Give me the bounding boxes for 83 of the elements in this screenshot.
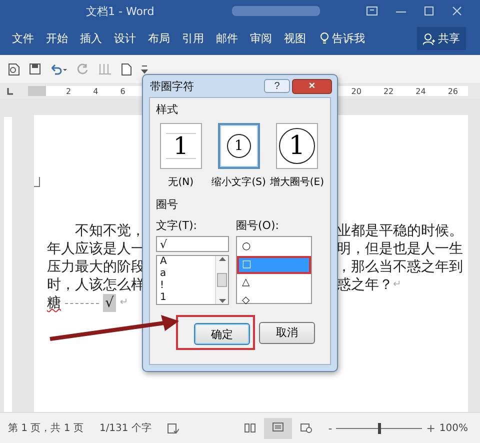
ruler-number: 4 xyxy=(93,86,98,96)
body-text: 业都是平稳的时候。 xyxy=(337,222,463,240)
ruler-number: 6 xyxy=(120,86,126,96)
ribbon-tab[interactable]: 布局 xyxy=(142,28,176,49)
save-icon[interactable] xyxy=(29,63,41,75)
section-label: 样式 xyxy=(156,102,179,117)
web-layout-icon[interactable] xyxy=(300,423,312,433)
option-label: 无(N) xyxy=(168,176,194,189)
paragraph-mark: ↵ xyxy=(393,278,402,292)
close-icon[interactable] xyxy=(452,6,462,16)
word-count: 1/131 个字 xyxy=(99,422,152,435)
list-item[interactable]: △ xyxy=(239,276,309,290)
ruler-number: 20 xyxy=(351,86,362,96)
option-label: 增大圈号(E) xyxy=(270,176,324,189)
style-option[interactable]: 1 增大圈号(E) xyxy=(270,123,324,189)
scrollbar-thumb[interactable] xyxy=(217,273,227,287)
new-document-icon[interactable] xyxy=(121,62,132,76)
window-title: 文档1 - Word xyxy=(86,4,154,18)
ruler-number: 22 xyxy=(383,86,394,96)
proofing-icon[interactable] xyxy=(167,422,180,434)
close-button[interactable]: × xyxy=(292,78,332,94)
zoom-in-button[interactable]: + xyxy=(426,422,436,434)
maximize-icon[interactable] xyxy=(424,6,434,16)
dotted-leader xyxy=(65,302,99,304)
customize-menu-icon[interactable] xyxy=(141,64,148,74)
enclosure-list[interactable]: ○ □ △ ◇ xyxy=(236,236,312,304)
paragraph-mark: ↵ xyxy=(120,296,128,310)
style-option[interactable]: 1 无(N) xyxy=(154,123,208,189)
help-button[interactable]: ? xyxy=(264,79,290,93)
ruler-margin xyxy=(28,86,46,96)
print-layout-button[interactable] xyxy=(264,418,292,438)
enclosed-character-field: √ xyxy=(103,294,116,312)
page-count: 第 1 页，共 1 页 xyxy=(8,422,84,435)
text-input-field[interactable]: √ xyxy=(156,236,229,252)
zoom-slider-thumb[interactable] xyxy=(378,422,382,434)
option-label: 缩小文字(S) xyxy=(212,176,266,189)
undo-icon[interactable] xyxy=(50,63,68,75)
list-item[interactable]: 1 xyxy=(160,292,215,304)
ribbon-tab[interactable]: 插入 xyxy=(74,28,108,49)
list-item[interactable]: A xyxy=(160,256,215,268)
zoom-out-button[interactable]: - xyxy=(328,422,332,434)
ribbon-tab[interactable]: 引用 xyxy=(176,28,210,49)
scroll-down-icon[interactable] xyxy=(218,299,226,304)
body-text: 不知不觉， xyxy=(75,223,145,239)
preview-character: 1 xyxy=(166,133,196,159)
tell-me-button[interactable]: 告诉我 xyxy=(316,28,369,49)
body-text: ，那么当不惑之年到 xyxy=(337,258,463,276)
ok-button[interactable]: 确定 xyxy=(194,323,250,345)
cancel-button[interactable]: 取消 xyxy=(259,322,315,344)
ribbon-display-icon[interactable] xyxy=(366,6,378,16)
share-button[interactable]: 共享 xyxy=(417,27,466,50)
ribbon-tab[interactable]: 邮件 xyxy=(210,28,244,49)
tab-stop-icon[interactable] xyxy=(6,87,14,95)
section-label: 圈号 xyxy=(156,197,179,212)
body-text: 明，但是也是人一生 xyxy=(337,240,463,258)
ruler-number: 24 xyxy=(416,86,426,96)
person-icon xyxy=(423,32,435,44)
body-text: 惑之年？ xyxy=(337,276,393,294)
preview-character: 1 xyxy=(226,134,251,158)
list-item[interactable]: ○ xyxy=(239,240,309,254)
text-option-list[interactable]: A a ! 1 xyxy=(156,255,229,305)
ribbon-tab[interactable]: 视图 xyxy=(278,28,312,49)
read-mode-icon[interactable] xyxy=(244,423,256,433)
ruler-number: 2 xyxy=(66,86,72,96)
list-item[interactable]: a xyxy=(160,268,215,280)
ribbon-tab[interactable]: 开始 xyxy=(40,28,74,49)
misspelled-word: 糖 xyxy=(47,294,61,312)
lightbulb-icon xyxy=(320,32,329,45)
list-item[interactable]: ! xyxy=(160,280,215,292)
ribbon-tab[interactable]: 审阅 xyxy=(244,28,278,49)
scroll-up-icon[interactable] xyxy=(218,256,226,261)
ribbon-tab[interactable]: 设计 xyxy=(108,28,142,49)
preview-character: 1 xyxy=(278,128,315,164)
zoom-percentage[interactable]: 100% xyxy=(439,422,468,434)
style-option[interactable]: 1 缩小文字(S) xyxy=(212,123,266,189)
dialog-title: 带圈字符 xyxy=(150,78,195,94)
ribbon-tab[interactable]: 文件 xyxy=(6,28,40,49)
print-layout-icon xyxy=(272,422,284,432)
field-label: 文字(T): xyxy=(156,218,198,233)
print-preview-icon[interactable] xyxy=(8,62,20,76)
ruler-number: 26 xyxy=(448,86,458,96)
field-label: 圈号(O): xyxy=(236,218,280,233)
scrollbar[interactable] xyxy=(215,256,228,304)
